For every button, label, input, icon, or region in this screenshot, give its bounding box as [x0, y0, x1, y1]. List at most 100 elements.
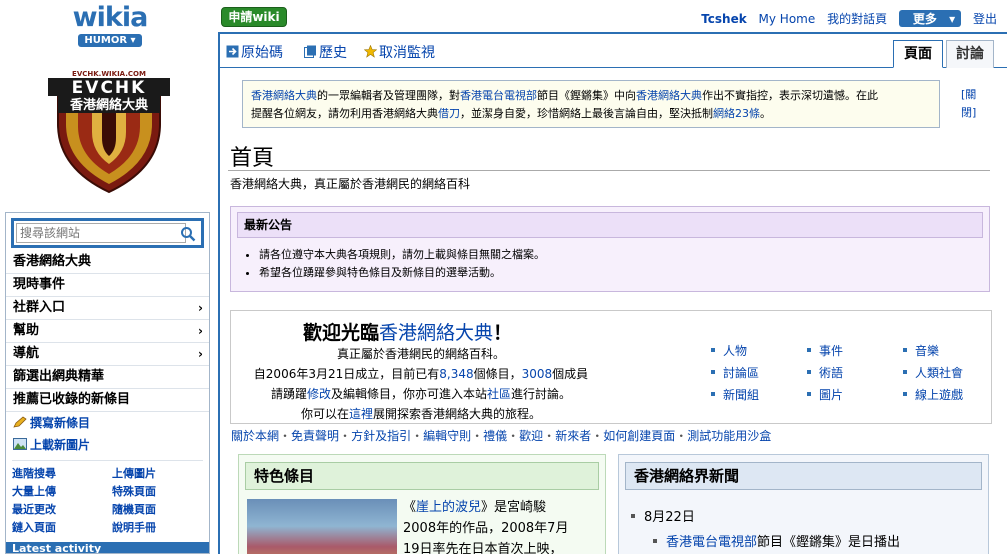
- separator: ・: [675, 429, 688, 443]
- announcement-title: 最新公告: [237, 212, 983, 238]
- portal-link-events[interactable]: 事件: [807, 341, 903, 362]
- featured-article-link[interactable]: 崖上的波兒: [416, 500, 481, 515]
- bullet-icon: [903, 348, 907, 352]
- bullet-icon: [653, 539, 657, 543]
- sidebar-item-current-events[interactable]: 現時事件: [6, 274, 209, 297]
- help-manual-link[interactable]: 說明手冊: [112, 519, 207, 536]
- bullet-icon: [807, 370, 811, 374]
- article-count-link[interactable]: 8,348: [439, 367, 473, 381]
- featured-article-box: 特色條目 《崖上的波兒》是宮崎駿 2008年的作品，2008年7月 19日率先在…: [238, 454, 606, 554]
- history-button[interactable]: 歷史: [304, 42, 347, 62]
- edit-link[interactable]: 修改: [307, 387, 331, 401]
- sidebar-item-help[interactable]: 幫助 ›: [6, 320, 209, 343]
- portal-label: 新聞組: [723, 388, 760, 402]
- unwatch-button[interactable]: 取消監視: [364, 42, 435, 62]
- advanced-search-link[interactable]: 進階搜尋: [12, 465, 112, 482]
- portal-links: 人物 事件 音樂 討論區 術語 人類社會 新聞組 圖片 線上遊戲: [711, 341, 999, 406]
- portal-link-society[interactable]: 人類社會: [903, 363, 999, 384]
- username-link[interactable]: Tcshek: [701, 12, 747, 26]
- link-editing-rules[interactable]: 編輯守則: [423, 429, 471, 443]
- quick-links: 進階搜尋 上傳圖片 大量上傳 特殊頁面 最近更改 隨機頁面 鏈入頁面 說明手冊: [12, 460, 203, 536]
- notice-link-evchk[interactable]: 香港網絡大典: [636, 89, 702, 102]
- my-home-link[interactable]: My Home: [759, 12, 816, 26]
- what-links-here-link[interactable]: 鏈入頁面: [12, 519, 112, 536]
- notice-link-rthk[interactable]: 香港電台電視部: [460, 89, 537, 102]
- logo-domain-text: EVCHK.WIKIA.COM: [72, 70, 146, 78]
- separator: ・: [339, 429, 352, 443]
- link-etiquette[interactable]: 禮儀: [483, 429, 507, 443]
- portal-link-games[interactable]: 線上遊戲: [903, 385, 999, 406]
- random-page-link[interactable]: 隨機頁面: [112, 501, 207, 518]
- bullet-icon: [711, 392, 715, 396]
- special-pages-link[interactable]: 特殊頁面: [112, 483, 207, 500]
- portal-link-forums[interactable]: 討論區: [711, 363, 807, 384]
- user-links: Tcshek My Home 我的對話頁 更多 ▾ 登出: [693, 10, 997, 27]
- title-divider: [228, 170, 990, 171]
- separator: ・: [411, 429, 424, 443]
- tab-talk[interactable]: 討論: [946, 40, 994, 68]
- search-input[interactable]: [16, 223, 186, 243]
- write-article-link[interactable]: 撰寫新條目: [6, 412, 209, 434]
- sidebar-item-recommend-new[interactable]: 推薦已收錄的新條目: [6, 389, 209, 412]
- separator: ・: [279, 429, 292, 443]
- separator: ・: [507, 429, 520, 443]
- link-create-page[interactable]: 如何創建頁面: [603, 429, 675, 443]
- sidebar-item-home[interactable]: 香港網絡大典: [6, 251, 209, 274]
- notice-link-evchk[interactable]: 香港網絡大典: [251, 89, 317, 102]
- link-welcome[interactable]: 歡迎: [519, 429, 543, 443]
- upload-file-link[interactable]: 上傳圖片: [112, 465, 207, 482]
- link-about[interactable]: 關於本網: [231, 429, 279, 443]
- request-wiki-button[interactable]: 申請wiki: [221, 7, 287, 27]
- notice-link-borrow-knife[interactable]: 借刀: [438, 107, 460, 120]
- sidebar-item-label: 導航: [13, 346, 40, 361]
- wikia-wordmark[interactable]: wikia: [60, 4, 160, 32]
- more-label: 更多: [912, 12, 937, 26]
- portal-link-people[interactable]: 人物: [711, 341, 807, 362]
- link-sandbox[interactable]: 測試功能用沙盒: [687, 429, 771, 443]
- link-disclaimer[interactable]: 免責聲明: [291, 429, 339, 443]
- sidebar-item-featured-selection[interactable]: 篩選出網典精華: [6, 366, 209, 389]
- history-label: 歷史: [319, 45, 347, 61]
- news-item-link[interactable]: 香港電台電視部: [666, 535, 757, 550]
- welcome-title: 歡迎光臨香港網絡大典！: [303, 318, 512, 345]
- star-icon: [364, 45, 377, 58]
- link-policy[interactable]: 方針及指引: [351, 429, 411, 443]
- welcome-site-link[interactable]: 香港網絡大典: [379, 322, 493, 344]
- sidebar-item-navigation[interactable]: 導航 ›: [6, 343, 209, 366]
- here-link[interactable]: 這裡: [349, 407, 373, 421]
- link-newcomers[interactable]: 新來者: [555, 429, 591, 443]
- portal-link-images[interactable]: 圖片: [807, 385, 903, 406]
- search-icon[interactable]: [180, 226, 196, 242]
- news-item: 香港電台電視部節目《鏗鏘集》是日播出: [631, 530, 900, 554]
- site-logo-shield[interactable]: EVCHK.WIKIA.COM EVCHK 香港網絡大典: [44, 68, 174, 194]
- upload-image-link[interactable]: 上載新圖片: [6, 434, 209, 456]
- member-count-link[interactable]: 3008: [522, 367, 553, 381]
- notice-close-link[interactable]: [關閉]: [961, 86, 983, 122]
- announcement-item: 請各位遵守本大典各項規則，請勿上載與條目無關之檔案。: [259, 246, 989, 264]
- community-link[interactable]: 社區: [487, 387, 511, 401]
- sidebar-item-community[interactable]: 社群入口 ›: [6, 297, 209, 320]
- view-source-button[interactable]: 原始碼: [226, 42, 283, 62]
- separator: ・: [591, 429, 604, 443]
- news-box: 香港網絡界新聞 8月22日 香港電台電視部節目《鏗鏘集》是日播出: [618, 454, 989, 554]
- notice-link-article23[interactable]: 網絡23條: [713, 107, 760, 120]
- my-talk-link[interactable]: 我的對話頁: [827, 12, 887, 26]
- chevron-right-icon: ›: [198, 347, 203, 361]
- news-list: 8月22日 香港電台電視部節目《鏗鏘集》是日播出: [631, 505, 900, 554]
- wikia-logo[interactable]: wikia HUMOR ▾: [60, 4, 160, 48]
- bullet-icon: [807, 392, 811, 396]
- pencil-icon: [13, 416, 27, 428]
- sidebar-item-label: 篩選出網典精華: [13, 369, 105, 384]
- bulk-upload-link[interactable]: 大量上傳: [12, 483, 112, 500]
- portal-link-music[interactable]: 音樂: [903, 341, 999, 362]
- history-icon: [304, 45, 316, 58]
- featured-article-image[interactable]: [247, 499, 397, 554]
- welcome-line: 請踴躍: [270, 387, 307, 401]
- more-dropdown[interactable]: 更多 ▾: [898, 10, 962, 27]
- recent-changes-link[interactable]: 最近更改: [12, 501, 112, 518]
- hub-dropdown[interactable]: HUMOR ▾: [78, 34, 142, 47]
- portal-link-terms[interactable]: 術語: [807, 363, 903, 384]
- portal-link-newsgroups[interactable]: 新聞組: [711, 385, 807, 406]
- logout-link[interactable]: 登出: [973, 12, 997, 26]
- tab-page[interactable]: 頁面: [893, 40, 943, 68]
